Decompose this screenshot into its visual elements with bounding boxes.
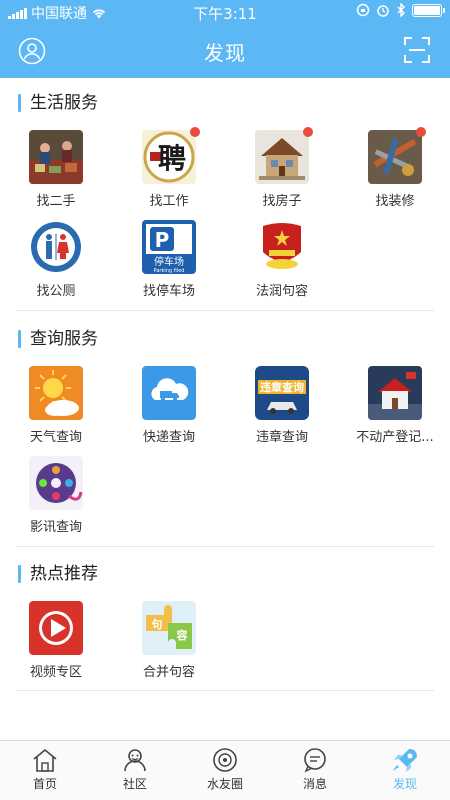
item-label: 找停车场	[142, 284, 195, 299]
service-find-parking[interactable]: P 停车场 Parking filed 找停车场	[119, 220, 219, 299]
tab-friends-circle[interactable]: 水友圈	[180, 741, 270, 800]
hot-video-zone[interactable]: 视频专区	[6, 601, 106, 680]
weather-icon	[29, 366, 83, 420]
item-label: 找工作	[149, 194, 189, 209]
new-badge	[303, 127, 313, 137]
second-hand-market-icon	[29, 130, 83, 184]
page-title: 发现	[204, 41, 246, 65]
section-life-services: 生活服务 找二手 聘 找工作 找房子 找装修 找公厕 P 停车场 Parking…	[0, 92, 450, 312]
section-divider	[16, 690, 434, 691]
section-title: 生活服务	[18, 92, 98, 114]
puzzle-jurong-icon: 句容	[142, 601, 196, 655]
message-icon	[304, 748, 326, 773]
query-movie[interactable]: 影讯查询	[6, 456, 106, 535]
video-play-icon	[29, 601, 83, 655]
item-label: 合并句容	[142, 665, 195, 680]
tab-label: 水友圈	[206, 777, 243, 791]
service-find-toilet[interactable]: 找公厕	[6, 220, 106, 299]
query-express[interactable]: 快递查询	[119, 366, 219, 445]
circle-icon	[213, 748, 237, 772]
new-badge	[190, 127, 200, 137]
svg-text:P: P	[155, 228, 170, 252]
parking-sign-text: 停车场	[154, 255, 184, 268]
parking-sub-text: Parking filed	[154, 268, 185, 274]
tab-discover[interactable]: 发现	[360, 741, 450, 800]
tab-label: 发现	[392, 777, 417, 791]
item-label: 法润句容	[255, 284, 308, 299]
puzzle-text-b: 容	[176, 628, 188, 642]
query-violation[interactable]: 违章查询 违章查询	[232, 366, 332, 445]
job-sign-text: 聘	[158, 142, 186, 175]
movie-reel-icon	[29, 456, 83, 510]
traffic-violation-icon: 违章查询	[255, 366, 309, 420]
community-icon	[124, 749, 146, 772]
query-weather[interactable]: 天气查询	[6, 366, 106, 445]
public-toilet-icon	[29, 220, 83, 274]
item-label: 天气查询	[29, 430, 82, 445]
real-estate-icon	[368, 366, 422, 420]
item-label: 找装修	[375, 194, 415, 209]
court-emblem-icon	[255, 220, 309, 274]
item-label: 不动产登记...	[356, 430, 434, 445]
section-divider	[16, 310, 434, 311]
tab-home[interactable]: 首页	[0, 741, 90, 800]
rotation-lock-icon	[356, 3, 370, 17]
service-find-house[interactable]: 找房子	[232, 127, 332, 209]
tab-label: 社区	[122, 777, 147, 791]
home-icon	[33, 748, 57, 772]
navigation-bar: 发现	[0, 24, 450, 78]
item-label: 找二手	[36, 194, 76, 209]
new-badge	[416, 127, 426, 137]
bottom-tab-bar: 首页 社区 水友圈 消息 发现	[0, 740, 450, 800]
section-title: 查询服务	[18, 328, 98, 350]
alarm-icon	[377, 5, 389, 17]
item-label: 找公厕	[36, 284, 76, 299]
tab-community[interactable]: 社区	[90, 741, 180, 800]
item-label: 快递查询	[142, 430, 195, 445]
house-icon	[255, 127, 313, 184]
violation-sign-text: 违章查询	[260, 380, 304, 394]
item-label: 违章查询	[255, 430, 308, 445]
parking-icon: P 停车场 Parking filed	[142, 220, 196, 274]
job-recruit-icon: 聘	[142, 127, 200, 184]
service-find-job[interactable]: 聘 找工作	[119, 127, 219, 209]
service-find-renovation[interactable]: 找装修	[345, 127, 445, 209]
service-law-jurong[interactable]: 法润句容	[232, 220, 332, 299]
item-label: 视频专区	[29, 665, 82, 680]
query-real-estate[interactable]: 不动产登记...	[345, 366, 445, 445]
hot-merge-jurong[interactable]: 句容 合并句容	[119, 601, 219, 680]
status-bar: 中国联通 下午3:11	[0, 0, 450, 24]
item-label: 影讯查询	[29, 520, 82, 535]
section-query-services: 查询服务 天气查询 快递查询 违章查询 违章查询 不动产登记... 影讯查询	[0, 328, 450, 548]
rocket-icon	[393, 749, 417, 772]
tab-label: 消息	[302, 777, 327, 791]
tools-icon	[368, 127, 426, 184]
section-title: 热点推荐	[18, 563, 98, 585]
scan-qr-icon[interactable]	[404, 37, 430, 63]
header-bar: 中国联通 下午3:11 发现	[0, 0, 450, 78]
tab-messages[interactable]: 消息	[270, 741, 360, 800]
item-label: 找房子	[262, 194, 302, 209]
bluetooth-icon	[397, 3, 405, 17]
service-second-hand[interactable]: 找二手	[6, 130, 106, 209]
section-hot-recommend: 热点推荐 视频专区 句容 合并句容	[0, 563, 450, 693]
section-divider	[16, 546, 434, 547]
express-delivery-icon	[142, 366, 196, 420]
battery-icon	[412, 3, 445, 17]
tab-label: 首页	[32, 777, 57, 791]
puzzle-text-a: 句	[152, 617, 163, 631]
